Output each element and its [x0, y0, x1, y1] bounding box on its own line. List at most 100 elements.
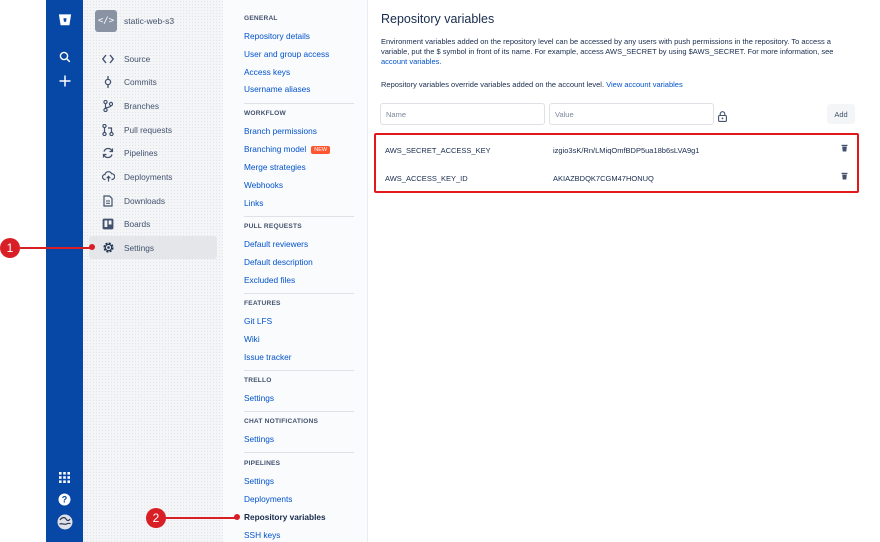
bitbucket-settings-page: ? </> static-web-s3 Source Commits Branc… — [0, 0, 880, 542]
section-heading-features: FEATURES — [244, 300, 281, 307]
variable-value-input[interactable] — [549, 103, 714, 125]
nav-link-repository-details[interactable]: Repository details — [244, 31, 310, 41]
repository-header[interactable]: </> static-web-s3 — [95, 10, 174, 32]
new-badge: NEW — [311, 146, 331, 154]
variable-key: AWS_SECRET_ACCESS_KEY — [385, 146, 491, 155]
divider — [244, 370, 354, 371]
sidebar-item-label: Settings — [124, 242, 154, 253]
divider — [244, 216, 354, 217]
sidebar-item-label: Deployments — [124, 171, 173, 182]
divider — [244, 452, 354, 453]
note-text: Repository variables override variables … — [381, 80, 607, 89]
sidebar-item-branches[interactable]: Branches — [95, 94, 215, 117]
annotation-line-1 — [20, 247, 92, 249]
sidebar-item-label: Pipelines — [124, 147, 158, 158]
sidebar-item-label: Downloads — [124, 195, 166, 206]
annotation-dot-2 — [234, 514, 240, 520]
nav-link-excluded-files[interactable]: Excluded files — [244, 275, 295, 285]
nav-link-branch-permissions[interactable]: Branch permissions — [244, 126, 317, 136]
sidebar-item-label: Branches — [124, 100, 160, 111]
divider — [244, 103, 354, 104]
lock-icon[interactable] — [718, 109, 727, 127]
annotation-callout-2: 2 — [146, 508, 166, 528]
view-account-variables-link[interactable]: View account variables — [606, 80, 683, 89]
variables-highlight-box: AWS_SECRET_ACCESS_KEY izgio3sK/Rn/LMiqOm… — [374, 133, 859, 193]
nav-link-webhooks[interactable]: Webhooks — [244, 180, 283, 190]
settings-icon — [101, 241, 115, 255]
sidebar-item-settings[interactable]: Settings — [89, 236, 217, 259]
variable-value: izgio3sK/Rn/LMiqOmfBDP5ua18b6sLVA9g1 — [553, 146, 700, 155]
source-icon — [101, 52, 115, 66]
global-nav: ? — [46, 0, 83, 542]
nav-link-pipelines-settings[interactable]: Settings — [244, 476, 274, 486]
sidebar-item-source[interactable]: Source — [95, 47, 215, 70]
nav-link-repository-variables[interactable]: Repository variables — [244, 512, 326, 522]
annotation-callout-1: 1 — [0, 238, 20, 258]
add-variable-button[interactable]: Add — [827, 104, 855, 124]
trash-icon[interactable] — [841, 172, 848, 182]
nav-link-git-lfs[interactable]: Git LFS — [244, 316, 272, 326]
nav-link-user-group-access[interactable]: User and group access — [244, 49, 329, 59]
sidebar-item-downloads[interactable]: Downloads — [95, 189, 215, 212]
trash-icon[interactable] — [841, 144, 848, 154]
override-note: Repository variables override variables … — [381, 80, 683, 89]
user-avatar-icon[interactable] — [46, 512, 83, 532]
downloads-icon — [101, 194, 115, 208]
app-switcher-icon[interactable] — [46, 467, 83, 487]
variable-value: AKIAZBDQK7CGM47HONUQ — [553, 174, 654, 183]
section-heading-trello: TRELLO — [244, 377, 272, 384]
plus-icon[interactable] — [46, 71, 83, 91]
account-variables-link[interactable]: account variables — [381, 57, 439, 66]
nav-link-default-reviewers[interactable]: Default reviewers — [244, 239, 308, 249]
sidebar-item-deployments[interactable]: Deployments — [95, 165, 215, 188]
svg-text:?: ? — [62, 494, 68, 504]
pipelines-icon — [101, 146, 115, 160]
nav-link-username-aliases[interactable]: Username aliases — [244, 84, 310, 94]
variable-name-input[interactable] — [380, 103, 545, 125]
deployments-icon — [101, 170, 115, 184]
repository-name[interactable]: static-web-s3 — [124, 16, 174, 26]
section-heading-pipelines: PIPELINES — [244, 460, 281, 467]
page-title: Repository variables — [381, 12, 495, 26]
variable-row: AWS_SECRET_ACCESS_KEY izgio3sK/Rn/LMiqOm… — [376, 136, 857, 164]
description-text: Environment variables added on the repos… — [381, 37, 834, 57]
nav-link-branching-model[interactable]: Branching model NEW — [244, 144, 331, 154]
variable-row: AWS_ACCESS_KEY_ID AKIAZBDQK7CGM47HONUQ — [376, 164, 857, 192]
nav-link-wiki[interactable]: Wiki — [244, 334, 260, 344]
nav-link-links[interactable]: Links — [244, 198, 263, 208]
nav-link-issue-tracker[interactable]: Issue tracker — [244, 352, 292, 362]
nav-link-trello-settings[interactable]: Settings — [244, 393, 274, 403]
boards-icon — [101, 217, 115, 231]
section-heading-workflow: WORKFLOW — [244, 110, 286, 117]
divider — [244, 411, 354, 412]
description-end: . — [439, 57, 442, 67]
main-content: Repository variables Environment variabl… — [369, 0, 880, 542]
page-description: Environment variables added on the repos… — [381, 37, 861, 68]
search-icon[interactable] — [46, 47, 83, 67]
sidebar-item-boards[interactable]: Boards — [95, 212, 215, 235]
settings-nav: GENERAL Repository details User and grou… — [223, 0, 368, 542]
divider — [244, 293, 354, 294]
annotation-line-2 — [166, 517, 238, 519]
commits-icon — [101, 75, 115, 89]
nav-link-merge-strategies[interactable]: Merge strategies — [244, 162, 306, 172]
nav-link-access-keys[interactable]: Access keys — [244, 67, 290, 77]
nav-link-pipelines-deployments[interactable]: Deployments — [244, 494, 292, 504]
sidebar-item-pipelines[interactable]: Pipelines — [95, 141, 215, 164]
branches-icon — [101, 99, 115, 113]
bitbucket-logo-icon[interactable] — [46, 10, 83, 30]
section-heading-pull-requests: PULL REQUESTS — [244, 223, 302, 230]
sidebar-item-label: Boards — [124, 218, 151, 229]
help-icon[interactable]: ? — [46, 489, 83, 509]
repository-sidebar: </> static-web-s3 Source Commits Branche… — [83, 0, 223, 542]
sidebar-item-commits[interactable]: Commits — [95, 70, 215, 93]
nav-link-label: Branching model — [244, 144, 307, 154]
nav-link-ssh-keys[interactable]: SSH keys — [244, 530, 280, 540]
section-heading-general: GENERAL — [244, 15, 278, 22]
nav-link-chat-settings[interactable]: Settings — [244, 434, 274, 444]
repository-avatar: </> — [95, 10, 117, 32]
nav-link-default-description[interactable]: Default description — [244, 257, 313, 267]
sidebar-item-pull-requests[interactable]: Pull requests — [95, 118, 215, 141]
sidebar-item-label: Commits — [124, 76, 157, 87]
sidebar-item-label: Source — [124, 53, 151, 64]
